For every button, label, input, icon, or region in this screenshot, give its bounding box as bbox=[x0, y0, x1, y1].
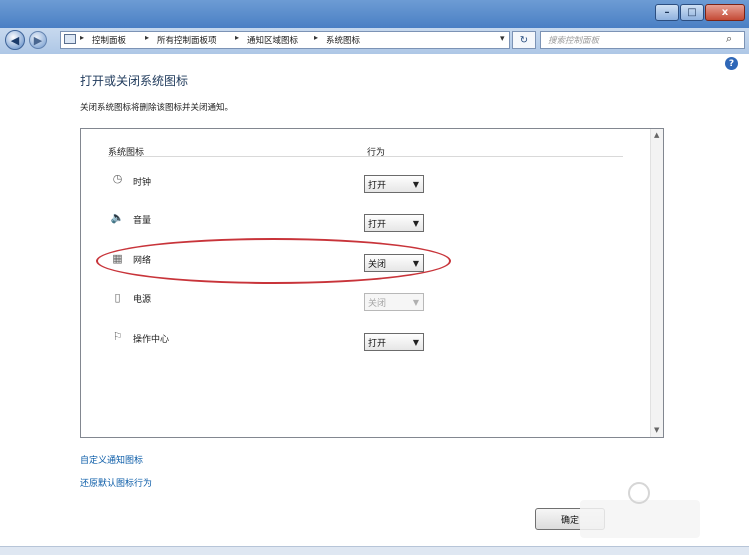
forward-button[interactable]: ▶ bbox=[29, 31, 47, 49]
behavior-select-volume[interactable]: 打开 ▼ bbox=[364, 214, 424, 232]
select-value: 打开 bbox=[368, 180, 387, 191]
breadcrumb-separator-icon[interactable]: ▸ bbox=[235, 33, 239, 42]
page-description: 关闭系统图标将删除该图标并关闭通知。 bbox=[80, 103, 234, 113]
breadcrumb-separator-icon[interactable]: ▸ bbox=[145, 33, 149, 42]
volume-icon: 🔈 bbox=[110, 211, 125, 224]
behavior-select-clock[interactable]: 打开 ▼ bbox=[364, 175, 424, 193]
window-bottom-edge bbox=[0, 546, 749, 555]
select-value: 关闭 bbox=[368, 298, 387, 309]
refresh-icon: ↻ bbox=[519, 34, 529, 46]
select-value: 打开 bbox=[368, 338, 387, 349]
close-button[interactable]: x bbox=[705, 4, 745, 21]
control-panel-icon bbox=[64, 34, 76, 44]
behavior-select-action-center[interactable]: 打开 ▼ bbox=[364, 333, 424, 351]
power-icon: ▯ bbox=[114, 291, 121, 304]
breadcrumb-notification-icons[interactable]: 通知区域图标 bbox=[247, 34, 298, 46]
breadcrumb-separator-icon[interactable]: ▸ bbox=[314, 33, 318, 42]
behavior-select-power: 关闭 ▼ bbox=[364, 293, 424, 311]
chevron-down-icon: ▼ bbox=[412, 180, 419, 189]
highlight-ellipse bbox=[96, 238, 451, 284]
scroll-up-icon[interactable]: ▲ bbox=[654, 131, 659, 139]
title-bar bbox=[0, 0, 749, 28]
search-placeholder: 搜索控制面板 bbox=[548, 36, 600, 46]
back-button[interactable]: ◀ bbox=[5, 30, 25, 50]
address-dropdown-icon[interactable]: ▾ bbox=[500, 34, 505, 44]
customize-icons-link[interactable]: 自定义通知图标 bbox=[80, 453, 143, 466]
minimize-button[interactable]: – bbox=[655, 4, 679, 21]
row-label-volume: 音量 bbox=[133, 216, 152, 226]
maximize-button[interactable]: □ bbox=[680, 4, 704, 21]
breadcrumb-all-items[interactable]: 所有控制面板项 bbox=[157, 34, 217, 46]
breadcrumb-separator-icon[interactable]: ▸ bbox=[80, 33, 84, 42]
chevron-down-icon: ▼ bbox=[412, 338, 419, 347]
breadcrumb-control-panel[interactable]: 控制面板 bbox=[92, 34, 126, 46]
row-label-clock: 时钟 bbox=[133, 178, 152, 188]
refresh-button[interactable]: ↻ bbox=[512, 31, 536, 49]
breadcrumb-system-icons[interactable]: 系统图标 bbox=[326, 34, 360, 46]
row-label-power: 电源 bbox=[133, 295, 152, 305]
row-label-action-center: 操作中心 bbox=[133, 335, 170, 345]
chevron-down-icon: ▼ bbox=[412, 219, 419, 228]
watermark-logo-icon bbox=[628, 482, 650, 504]
help-icon[interactable]: ? bbox=[725, 57, 738, 70]
scrollbar[interactable]: ▲ ▼ bbox=[650, 129, 663, 437]
back-arrow-icon: ◀ bbox=[10, 33, 20, 47]
select-value: 打开 bbox=[368, 219, 387, 230]
search-icon[interactable]: ⌕ bbox=[726, 32, 732, 46]
header-divider bbox=[108, 156, 623, 157]
restore-default-link[interactable]: 还原默认图标行为 bbox=[80, 476, 152, 489]
watermark bbox=[580, 500, 700, 538]
clock-icon: ◷ bbox=[112, 172, 123, 185]
page-title: 打开或关闭系统图标 bbox=[80, 74, 189, 88]
forward-arrow-icon: ▶ bbox=[33, 33, 43, 47]
chevron-down-icon: ▼ bbox=[412, 298, 419, 307]
action-center-icon: ⚐ bbox=[112, 330, 123, 343]
scroll-down-icon[interactable]: ▼ bbox=[654, 426, 659, 434]
